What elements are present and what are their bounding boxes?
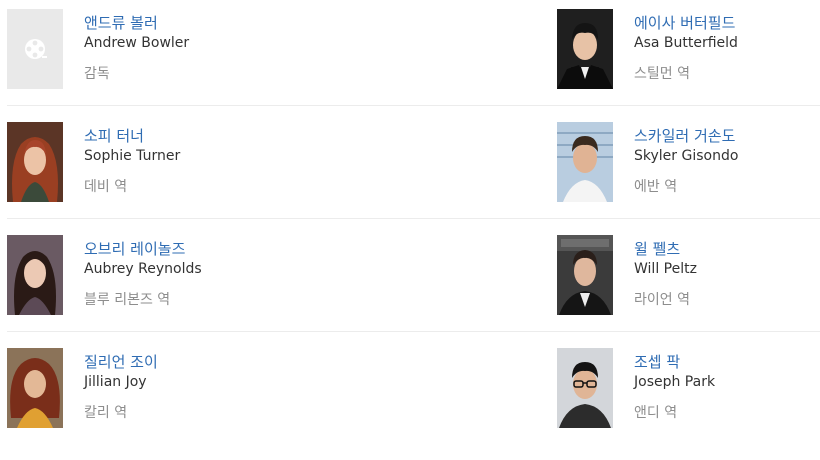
cast-item: 소피 터너 Sophie Turner 데비 역 — [7, 121, 277, 221]
cast-name-ko-link[interactable]: 스카일러 거손도 — [634, 125, 820, 147]
cast-photo[interactable] — [7, 122, 63, 202]
placeholder-film-icon[interactable] — [7, 9, 63, 89]
cast-info: 오브리 레이놀즈 Aubrey Reynolds 블루 리본즈 역 — [84, 238, 284, 310]
cast-name-ko-link[interactable]: 소피 터너 — [84, 125, 284, 147]
cast-name-en: Joseph Park — [634, 374, 716, 390]
cast-role: 블루 리본즈 역 — [84, 292, 171, 308]
cast-item: 스카일러 거손도 Skyler Gisondo 에반 역 — [557, 121, 820, 221]
cast-item: 에이사 버터필드 Asa Butterfield 스틸먼 역 — [557, 8, 820, 108]
cast-role: 데비 역 — [84, 179, 128, 195]
cast-role: 칼리 역 — [84, 405, 128, 421]
cast-name-en: Jillian Joy — [84, 374, 147, 390]
cast-name-ko-link[interactable]: 조셉 팍 — [634, 351, 820, 373]
row-divider — [7, 218, 820, 219]
cast-item: 윌 펠츠 Will Peltz 라이언 역 — [557, 234, 820, 334]
cast-photo[interactable] — [557, 235, 613, 315]
cast-name-ko-link[interactable]: 질리언 조이 — [84, 351, 284, 373]
cast-name-en: Aubrey Reynolds — [84, 261, 202, 277]
cast-name-ko-link[interactable]: 앤드류 볼러 — [84, 12, 284, 34]
cast-photo[interactable] — [557, 348, 613, 428]
cast-item: 질리언 조이 Jillian Joy 칼리 역 — [7, 347, 277, 447]
cast-name-en: Sophie Turner — [84, 148, 181, 164]
row-divider — [7, 105, 820, 106]
cast-info: 조셉 팍 Joseph Park 앤디 역 — [634, 351, 820, 423]
cast-name-en: Will Peltz — [634, 261, 697, 277]
cast-info: 질리언 조이 Jillian Joy 칼리 역 — [84, 351, 284, 423]
cast-role: 에반 역 — [634, 179, 678, 195]
cast-info: 소피 터너 Sophie Turner 데비 역 — [84, 125, 284, 197]
cast-role: 앤디 역 — [634, 405, 678, 421]
cast-name-ko-link[interactable]: 윌 펠츠 — [634, 238, 820, 260]
cast-role: 라이언 역 — [634, 292, 690, 308]
cast-info: 에이사 버터필드 Asa Butterfield 스틸먼 역 — [634, 12, 820, 84]
cast-photo[interactable] — [557, 122, 613, 202]
cast-photo[interactable] — [7, 235, 63, 315]
row-divider — [7, 331, 820, 332]
cast-info: 스카일러 거손도 Skyler Gisondo 에반 역 — [634, 125, 820, 197]
cast-role: 스틸먼 역 — [634, 66, 690, 82]
cast-info: 앤드류 볼러 Andrew Bowler 감독 — [84, 12, 284, 84]
cast-item: 조셉 팍 Joseph Park 앤디 역 — [557, 347, 820, 447]
cast-name-ko-link[interactable]: 에이사 버터필드 — [634, 12, 820, 34]
cast-name-en: Skyler Gisondo — [634, 148, 739, 164]
cast-photo[interactable] — [7, 348, 63, 428]
cast-name-ko-link[interactable]: 오브리 레이놀즈 — [84, 238, 284, 260]
cast-item: 앤드류 볼러 Andrew Bowler 감독 — [7, 8, 277, 108]
cast-info: 윌 펠츠 Will Peltz 라이언 역 — [634, 238, 820, 310]
cast-item: 오브리 레이놀즈 Aubrey Reynolds 블루 리본즈 역 — [7, 234, 277, 334]
cast-photo[interactable] — [557, 9, 613, 89]
cast-role: 감독 — [84, 66, 110, 82]
cast-name-en: Andrew Bowler — [84, 35, 190, 51]
cast-row: 질리언 조이 Jillian Joy 칼리 역 조셉 팍 Joseph Park… — [7, 347, 820, 460]
cast-name-en: Asa Butterfield — [634, 35, 738, 51]
